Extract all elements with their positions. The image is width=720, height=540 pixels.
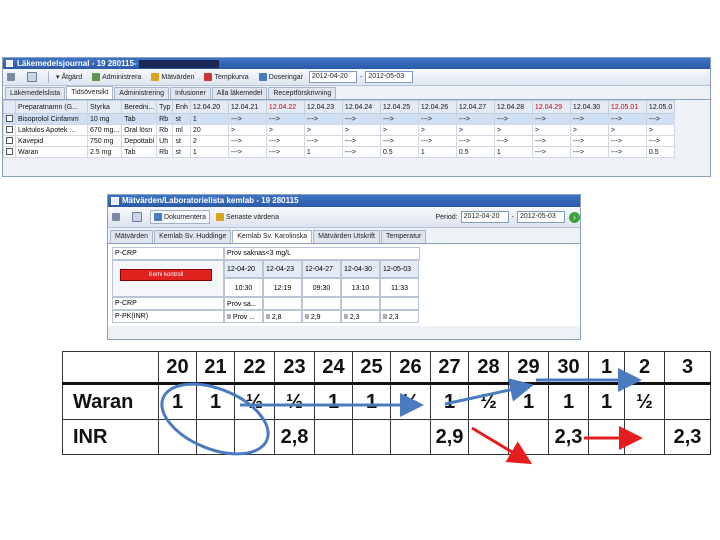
red-arrow-1: [471, 426, 533, 465]
annotation-overlay: [160, 368, 643, 465]
highlight-ellipse: [160, 382, 270, 456]
blue-arrow-2: [444, 378, 534, 406]
